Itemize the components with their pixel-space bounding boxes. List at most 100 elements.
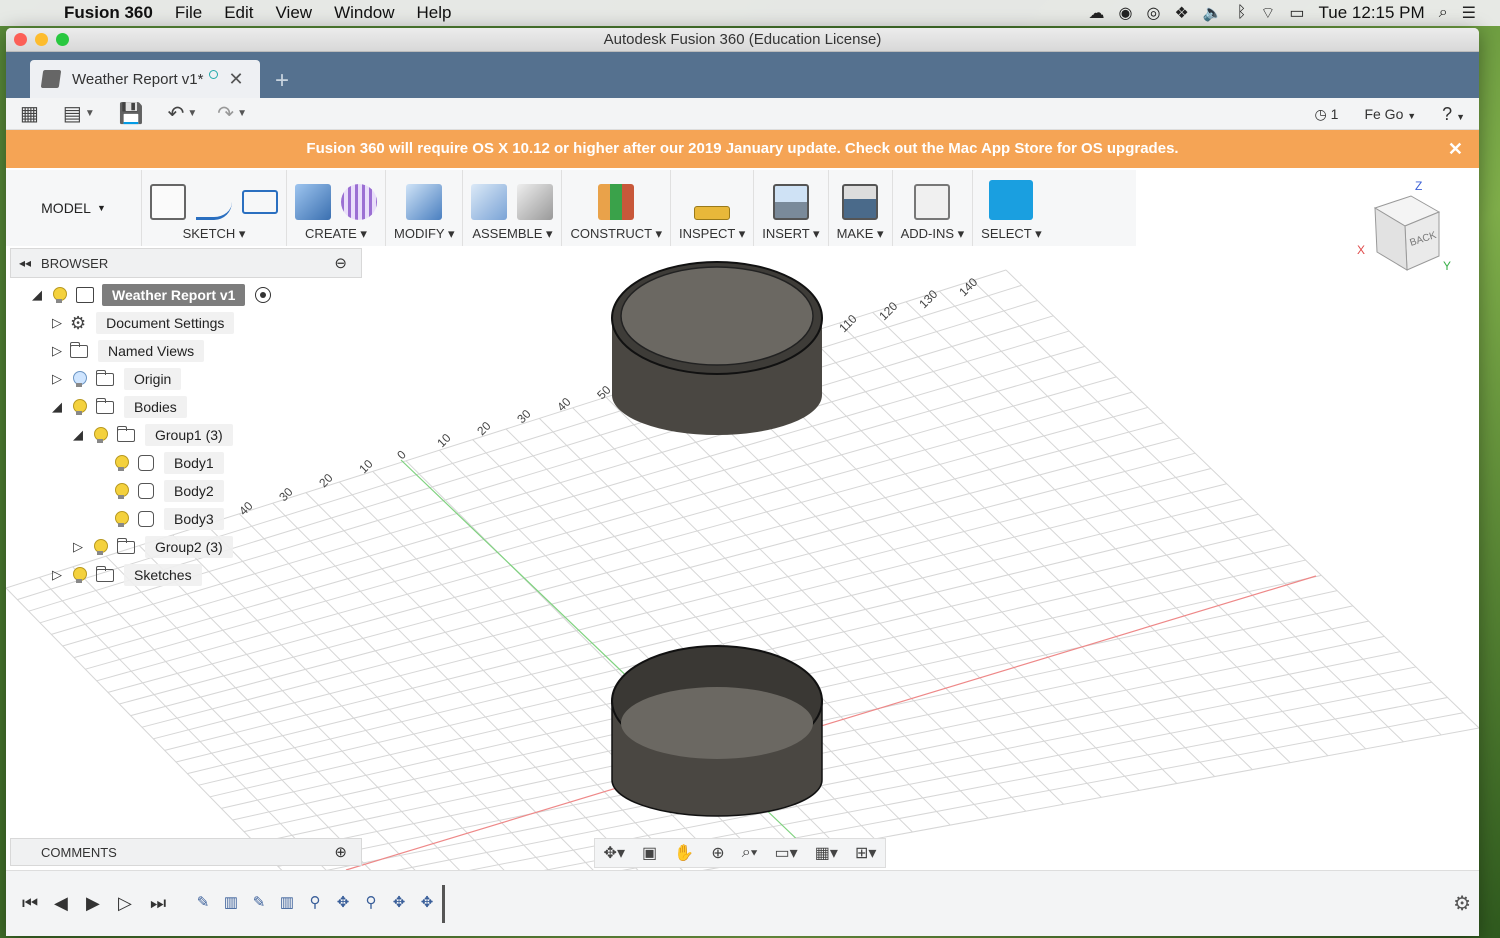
- go-to-start-icon[interactable]: ⏮: [22, 893, 38, 914]
- user-menu[interactable]: Fe Go ▼: [1364, 106, 1416, 122]
- look-at-icon[interactable]: ▣: [642, 843, 657, 863]
- tree-item-body1[interactable]: Body1: [108, 450, 224, 476]
- viewports-icon[interactable]: ⊞▾: [855, 843, 876, 863]
- 3d-print-icon[interactable]: [842, 184, 879, 220]
- menu-help[interactable]: Help: [406, 3, 463, 23]
- menu-file[interactable]: File: [164, 3, 213, 23]
- expand-arrow-icon[interactable]: ▷: [69, 539, 87, 555]
- fit-zoom-icon[interactable]: ⌕▾: [742, 844, 758, 862]
- battery-icon[interactable]: ▭: [1289, 3, 1304, 23]
- browser-panel-header[interactable]: ◂◂ BROWSER ⊖: [10, 248, 362, 278]
- collapse-browser-icon[interactable]: ◂◂: [19, 256, 31, 270]
- rectangle-icon[interactable]: [242, 190, 278, 214]
- file-menu-icon[interactable]: ▤: [63, 101, 82, 126]
- visibility-bulb-icon[interactable]: [114, 455, 129, 471]
- grid-settings-icon[interactable]: ▦▾: [815, 843, 838, 863]
- scripts-icon[interactable]: [914, 184, 951, 220]
- offset-plane-icon[interactable]: [598, 184, 635, 220]
- extrude-icon[interactable]: [295, 184, 331, 220]
- sketch-group[interactable]: SKETCH ▾: [142, 170, 287, 246]
- tree-item-sketches[interactable]: ▷ Sketches: [48, 562, 202, 588]
- expand-arrow-icon[interactable]: ▷: [48, 371, 66, 387]
- viewcube[interactable]: BACK Z X Y: [1353, 178, 1453, 288]
- undo-icon[interactable]: ↶: [168, 101, 185, 126]
- menu-app-name[interactable]: Fusion 360: [64, 3, 164, 23]
- construct-group[interactable]: CONSTRUCT ▾: [562, 170, 671, 246]
- browser-minimize-icon[interactable]: ⊖: [334, 254, 347, 272]
- new-tab-button[interactable]: +: [266, 66, 298, 98]
- visibility-bulb-icon[interactable]: [52, 287, 67, 303]
- collapse-arrow-icon[interactable]: ◢: [69, 427, 87, 443]
- tree-item-bodies[interactable]: ◢ Bodies: [48, 394, 187, 420]
- zoom-icon[interactable]: ⊕: [711, 843, 724, 863]
- line-icon[interactable]: [196, 184, 232, 220]
- timeline-marker[interactable]: [442, 884, 445, 923]
- visibility-bulb-icon[interactable]: [114, 511, 129, 527]
- redo-chevron-down-icon[interactable]: ▼: [237, 108, 247, 119]
- zoom-window-button[interactable]: [56, 33, 69, 46]
- job-status[interactable]: ◷ 1: [1315, 106, 1339, 123]
- file-chevron-down-icon[interactable]: ▼: [85, 108, 95, 119]
- timeline-extrude-icon[interactable]: ▥: [276, 893, 298, 915]
- activate-radio-icon[interactable]: [255, 287, 272, 303]
- play-icon[interactable]: ▶: [86, 893, 100, 914]
- orbit-icon[interactable]: ✥▾: [604, 843, 625, 863]
- expand-arrow-icon[interactable]: ▷: [48, 315, 66, 331]
- timeline-sketch-icon[interactable]: ✎: [248, 893, 270, 915]
- wifi-icon[interactable]: ⌔: [1260, 3, 1275, 23]
- create-group[interactable]: CREATE ▾: [287, 170, 386, 246]
- measure-icon[interactable]: [694, 206, 731, 220]
- visibility-bulb-icon[interactable]: [72, 371, 87, 387]
- step-forward-icon[interactable]: ▷: [118, 893, 132, 914]
- timeline-extrude-icon[interactable]: ▥: [220, 893, 242, 915]
- modify-group[interactable]: MODIFY ▾: [386, 170, 464, 246]
- document-tab[interactable]: Weather Report v1* ✕: [30, 60, 260, 98]
- expand-arrow-icon[interactable]: ▷: [48, 343, 66, 359]
- insert-image-icon[interactable]: [772, 184, 809, 220]
- collapse-arrow-icon[interactable]: ◢: [28, 287, 46, 303]
- timeline-sketch-icon[interactable]: ✎: [192, 893, 214, 915]
- tree-item-body3[interactable]: Body3: [108, 506, 224, 532]
- add-ins-group[interactable]: ADD-INS ▾: [893, 170, 974, 246]
- timeline-move-icon[interactable]: ⚲: [360, 893, 382, 915]
- close-window-button[interactable]: [14, 33, 27, 46]
- tree-item-document-settings[interactable]: ▷ ⚙ Document Settings: [48, 310, 235, 336]
- menu-clock[interactable]: Tue 12:15 PM: [1319, 3, 1425, 23]
- redo-icon[interactable]: ↷: [217, 101, 234, 126]
- bluetooth-icon[interactable]: ᛒ: [1237, 4, 1247, 22]
- inspect-group[interactable]: INSPECT ▾: [671, 170, 755, 246]
- tree-item-named-views[interactable]: ▷ Named Views: [48, 338, 205, 364]
- help-menu[interactable]: ? ▼: [1442, 104, 1465, 125]
- visibility-bulb-icon[interactable]: [114, 483, 129, 499]
- display-settings-icon[interactable]: ▭▾: [775, 843, 798, 863]
- comments-panel-header[interactable]: COMMENTS ⊕: [10, 838, 362, 866]
- cc-icon[interactable]: ◎: [1147, 3, 1161, 23]
- pan-hand-icon[interactable]: ✋: [674, 843, 694, 863]
- timeline-move-icon[interactable]: ✥: [332, 893, 354, 915]
- visibility-bulb-icon[interactable]: [93, 539, 108, 555]
- step-back-icon[interactable]: ◀: [54, 893, 68, 914]
- status-app-icon[interactable]: ◉: [1119, 3, 1133, 23]
- assemble-group[interactable]: ASSEMBLE ▾: [463, 170, 563, 246]
- tree-item-group1[interactable]: ◢ Group1 (3): [69, 422, 233, 448]
- select-group[interactable]: SELECT ▾: [973, 170, 1049, 246]
- visibility-bulb-icon[interactable]: [72, 567, 87, 583]
- insert-group[interactable]: INSERT ▾: [754, 170, 829, 246]
- close-tab-icon[interactable]: ✕: [228, 69, 243, 90]
- joint-icon[interactable]: [517, 184, 554, 220]
- cloud-icon[interactable]: ☁: [1089, 3, 1105, 23]
- undo-chevron-down-icon[interactable]: ▼: [187, 108, 197, 119]
- volume-icon[interactable]: 🔈: [1203, 3, 1223, 23]
- press-pull-icon[interactable]: [406, 184, 443, 220]
- tree-item-body2[interactable]: Body2: [108, 478, 224, 504]
- minimize-window-button[interactable]: [35, 33, 48, 46]
- timeline-move-icon[interactable]: ✥: [416, 893, 438, 915]
- timeline-settings-gear-icon[interactable]: ⚙: [1453, 891, 1471, 916]
- new-component-icon[interactable]: [471, 184, 508, 220]
- create-sketch-icon[interactable]: [150, 184, 186, 220]
- visibility-bulb-icon[interactable]: [72, 399, 87, 415]
- banner-close-icon[interactable]: ✕: [1448, 130, 1463, 168]
- data-panel-grid-icon[interactable]: ▦: [20, 101, 39, 126]
- timeline-move-icon[interactable]: ✥: [388, 893, 410, 915]
- menu-window[interactable]: Window: [323, 3, 405, 23]
